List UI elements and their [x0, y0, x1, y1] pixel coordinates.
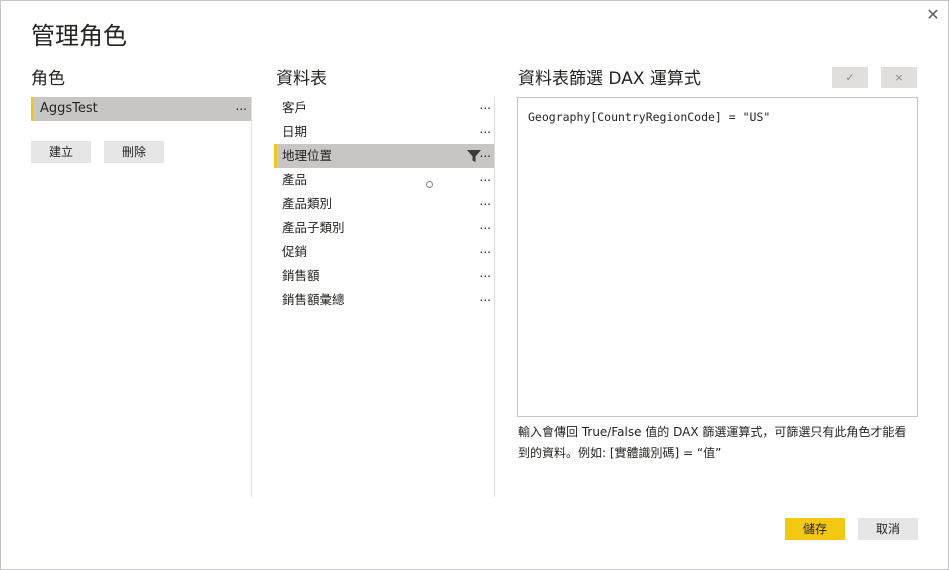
discard-expression-icon[interactable]: ×	[881, 67, 917, 88]
table-item-sales-summary[interactable]: 銷售額彙總...	[274, 288, 494, 312]
divider-tables-expression	[494, 97, 495, 497]
hint-line-2: 到的資料。例如: [實體識別碼] = “值”	[518, 446, 722, 460]
dialog-title: 管理角色	[31, 22, 127, 50]
table-name: 促銷	[282, 244, 308, 259]
table-more-icon[interactable]: ...	[480, 141, 491, 165]
table-more-icon[interactable]: ...	[480, 93, 491, 117]
hint-line-1: 輸入會傳回 True/False 值的 DAX 篩選運算式，可篩選只有此角色才能…	[518, 425, 907, 439]
table-item-product-subcategory[interactable]: 產品子類別...	[274, 216, 494, 240]
table-name: 產品	[282, 172, 308, 187]
create-role-button[interactable]: 建立	[31, 141, 91, 163]
tables-list: 客戶... 日期... 地理位置 ... 產品... 產品類別... 產品子類別…	[274, 96, 494, 312]
table-more-icon[interactable]: ...	[480, 261, 491, 285]
role-more-icon[interactable]: ...	[236, 94, 247, 118]
table-more-icon[interactable]: ...	[480, 165, 491, 189]
table-more-icon[interactable]: ...	[480, 213, 491, 237]
table-item-sales[interactable]: 銷售額...	[274, 264, 494, 288]
expression-heading: 資料表篩選 DAX 運算式	[518, 69, 701, 89]
expression-hint: 輸入會傳回 True/False 值的 DAX 篩選運算式，可篩選只有此角色才能…	[518, 422, 918, 464]
dax-expression-editor[interactable]: Geography[CountryRegionCode] = "US"	[517, 97, 918, 417]
role-item-aggstest[interactable]: AggsTest ...	[31, 97, 251, 121]
table-item-product[interactable]: 產品...	[274, 168, 494, 192]
table-more-icon[interactable]: ...	[480, 189, 491, 213]
dax-expression-text[interactable]: Geography[CountryRegionCode] = "US"	[528, 110, 770, 124]
table-item-geography[interactable]: 地理位置 ...	[274, 144, 494, 168]
table-name: 地理位置	[282, 148, 333, 163]
table-name: 客戶	[282, 100, 308, 115]
table-item-promotion[interactable]: 促銷...	[274, 240, 494, 264]
role-name: AggsTest	[40, 101, 98, 116]
close-icon[interactable]: ✕	[922, 4, 944, 26]
save-button[interactable]: 儲存	[785, 518, 845, 540]
table-more-icon[interactable]: ...	[480, 117, 491, 141]
table-more-icon[interactable]: ...	[480, 237, 491, 261]
table-more-icon[interactable]: ...	[480, 285, 491, 309]
roles-heading: 角色	[31, 69, 65, 89]
tables-heading: 資料表	[276, 69, 327, 89]
table-name: 銷售額彙總	[282, 292, 345, 307]
table-item-date[interactable]: 日期...	[274, 120, 494, 144]
table-item-customer[interactable]: 客戶...	[274, 96, 494, 120]
table-name: 產品類別	[282, 196, 333, 211]
delete-role-button[interactable]: 刪除	[104, 141, 164, 163]
table-name: 銷售額	[282, 268, 320, 283]
cancel-button[interactable]: 取消	[858, 518, 918, 540]
cursor-dot-icon	[426, 181, 433, 188]
table-name: 日期	[282, 124, 308, 139]
table-name: 產品子類別	[282, 220, 345, 235]
divider-roles-tables	[251, 97, 252, 497]
table-item-product-category[interactable]: 產品類別...	[274, 192, 494, 216]
confirm-expression-icon[interactable]: ✓	[832, 67, 868, 88]
